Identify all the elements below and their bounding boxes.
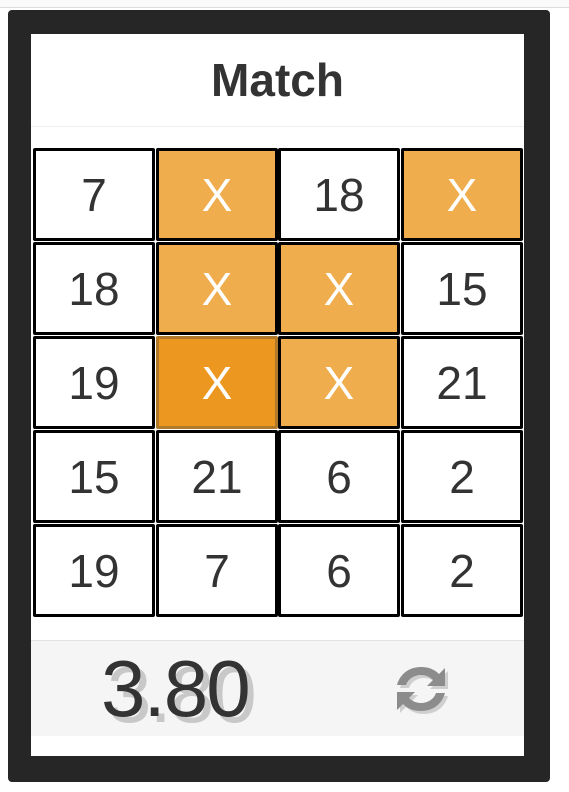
grid-cell-r2-c3[interactable]: X <box>278 242 400 335</box>
grid-cell-r4-c2[interactable]: 21 <box>156 430 278 523</box>
grid-cell-r2-c2[interactable]: X <box>156 242 278 335</box>
grid-cell-r5-c2[interactable]: 7 <box>156 524 278 617</box>
grid-cell-r3-c1[interactable]: 19 <box>33 336 155 429</box>
grid-cell-r3-c2[interactable]: X <box>156 336 278 429</box>
grid-cell-r4-c1[interactable]: 15 <box>33 430 155 523</box>
match-grid: 7 X 18 X 18 X X 15 19 X X 21 15 21 6 2 19 7 6 2 <box>33 148 523 618</box>
grid-cell-r4-c4[interactable]: 2 <box>401 430 523 523</box>
grid-cell-r3-c4[interactable]: 21 <box>401 336 523 429</box>
game-panel: Match 7 X 18 X 18 X X 15 19 X X 21 15 21 6 2 19 7 6 2 3.80 <box>31 34 524 756</box>
game-title: Match <box>31 34 524 127</box>
grid-cell-r3-c3[interactable]: X <box>278 336 400 429</box>
grid-cell-r2-c1[interactable]: 18 <box>33 242 155 335</box>
grid-cell-r2-c4[interactable]: 15 <box>401 242 523 335</box>
score-display: 3.80 <box>101 644 251 733</box>
game-frame: Match 7 X 18 X 18 X X 15 19 X X 21 15 21 6 2 19 7 6 2 3.80 <box>8 10 550 782</box>
grid-cell-r1-c3[interactable]: 18 <box>278 148 400 241</box>
grid-cell-r5-c3[interactable]: 6 <box>278 524 400 617</box>
game-footer: 3.80 <box>31 640 524 736</box>
refresh-button[interactable] <box>391 661 451 717</box>
grid-cell-r1-c2[interactable]: X <box>156 148 278 241</box>
grid-cell-r4-c3[interactable]: 6 <box>278 430 400 523</box>
grid-cell-r5-c1[interactable]: 19 <box>33 524 155 617</box>
grid-cell-r1-c4[interactable]: X <box>401 148 523 241</box>
grid-cell-r5-c4[interactable]: 2 <box>401 524 523 617</box>
grid-cell-r1-c1[interactable]: 7 <box>33 148 155 241</box>
browser-top-edge <box>0 0 569 8</box>
refresh-icon <box>397 667 448 714</box>
